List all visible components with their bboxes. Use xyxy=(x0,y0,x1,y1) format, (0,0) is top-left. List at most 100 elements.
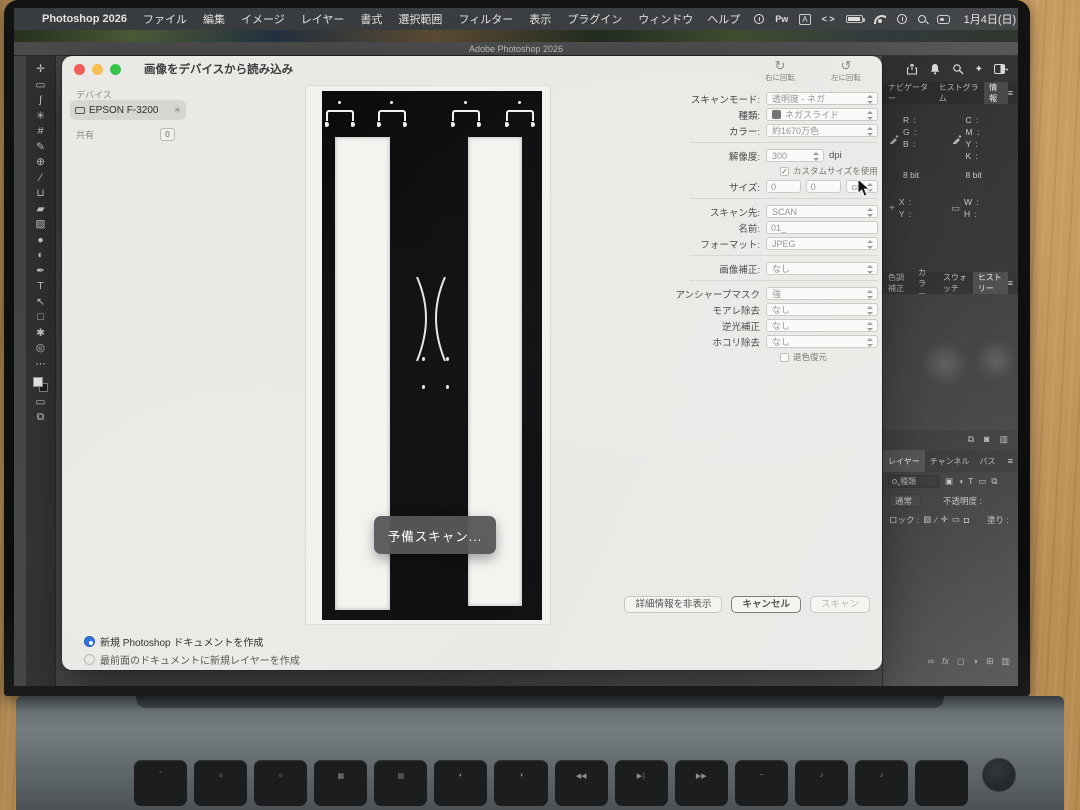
menu-image[interactable]: イメージ xyxy=(241,11,285,27)
filter-shape-layers-icon[interactable]: ▭ xyxy=(978,476,986,487)
photoshop-window-title[interactable]: Adobe Photoshop 2026 xyxy=(14,42,1018,56)
share-icon[interactable] xyxy=(906,63,918,75)
name-field[interactable]: 01_ xyxy=(766,221,878,234)
keyboard-key[interactable]: ▶∣ xyxy=(615,760,668,806)
blur-tool-icon[interactable]: ● xyxy=(33,235,49,246)
filter-smart-objects-icon[interactable]: ⧉ xyxy=(991,476,997,487)
keyboard-key[interactable]: ◐ xyxy=(434,760,487,806)
search-icon[interactable] xyxy=(952,63,964,75)
tab-histogram[interactable]: ヒストグラム xyxy=(934,82,984,104)
zoom-tool-icon[interactable]: ◎ xyxy=(33,343,49,354)
unsharp-mask-select[interactable]: 強 xyxy=(766,287,878,300)
touch-id-power-button[interactable] xyxy=(982,758,1016,792)
layer-filter-search[interactable]: 種類 xyxy=(888,475,940,488)
quick-mask-icon[interactable]: ▭ xyxy=(33,397,49,408)
lock-pixels-icon[interactable]: ∕ xyxy=(935,515,936,525)
device-item-epson[interactable]: EPSON F-3200 ✳ xyxy=(70,100,186,120)
filter-pixel-layers-icon[interactable]: ▣ xyxy=(945,476,953,487)
panel-menu-icon[interactable]: ≡ xyxy=(1008,456,1018,466)
zoom-window-button[interactable] xyxy=(110,64,121,75)
control-center-icon[interactable] xyxy=(937,15,950,24)
new-document-from-state-icon[interactable]: ⧉ xyxy=(968,434,974,445)
tab-channels[interactable]: チャンネル xyxy=(925,450,975,472)
dust-removal-select[interactable]: なし xyxy=(766,335,878,348)
brush-tool-icon[interactable]: ∕ xyxy=(33,173,49,184)
magic-wand-tool-icon[interactable]: ✳ xyxy=(33,111,49,122)
filter-type-layers-icon[interactable]: T xyxy=(968,476,973,486)
spotlight-search-icon[interactable] xyxy=(918,15,926,23)
discover-icon[interactable]: ✦ xyxy=(975,64,983,75)
lock-transparency-icon[interactable]: ▨ xyxy=(923,514,931,525)
hand-tool-icon[interactable]: ✱ xyxy=(33,328,49,339)
menu-type[interactable]: 書式 xyxy=(360,11,382,27)
hide-details-button[interactable]: 詳細情報を非表示 xyxy=(624,596,722,613)
menu-edit[interactable]: 編集 xyxy=(203,11,225,27)
delete-state-icon[interactable]: ▥ xyxy=(999,434,1008,445)
backlight-correction-select[interactable]: なし xyxy=(766,319,878,332)
color-swatches[interactable] xyxy=(33,377,48,392)
clone-stamp-tool-icon[interactable]: ⊔ xyxy=(33,188,49,199)
resolution-select[interactable]: 300 xyxy=(766,149,824,162)
link-layers-icon[interactable]: ∞ xyxy=(928,656,934,667)
eyedropper-tool-icon[interactable]: ✎ xyxy=(33,142,49,153)
lock-position-icon[interactable]: ✛ xyxy=(941,514,948,525)
radio-new-layer[interactable] xyxy=(84,654,95,665)
screen-mode-icon[interactable]: ⧉ xyxy=(33,412,49,423)
color-select[interactable]: 約1670万色 xyxy=(766,124,878,137)
new-layer-icon[interactable]: ⊞ xyxy=(986,656,994,667)
filter-adjustment-layers-icon[interactable]: ◑ xyxy=(958,476,963,486)
tab-history[interactable]: ヒストリー xyxy=(973,272,1008,294)
keyboard-key[interactable]: ☼ xyxy=(254,760,307,806)
path-select-tool-icon[interactable]: ↖ xyxy=(33,297,49,308)
kind-select[interactable]: ネガスライド xyxy=(766,108,878,121)
minimize-window-button[interactable] xyxy=(92,64,103,75)
workspace-switcher-icon[interactable] xyxy=(994,64,1008,75)
focus-status-icon[interactable] xyxy=(897,14,907,24)
new-adjustment-icon[interactable]: ◑ xyxy=(973,656,978,667)
panel-menu-icon[interactable]: ≡ xyxy=(1008,88,1018,98)
lock-artboard-icon[interactable]: ▭ xyxy=(952,514,960,525)
battery-icon[interactable] xyxy=(846,15,863,23)
tab-navigator[interactable]: ナビゲーター xyxy=(883,82,934,104)
capture-app-icon[interactable] xyxy=(754,14,764,24)
cancel-button[interactable]: キャンセル xyxy=(731,596,801,613)
crop-tool-icon[interactable]: # xyxy=(33,126,49,137)
menu-plugins[interactable]: プラグイン xyxy=(567,11,622,27)
custom-size-checkbox[interactable]: ✓ xyxy=(780,167,789,176)
panel-menu-icon[interactable]: ≡ xyxy=(1008,278,1018,288)
tab-info[interactable]: 情報 xyxy=(984,82,1008,104)
fade-restore-checkbox[interactable]: ✓ xyxy=(780,353,789,362)
lock-all-icon[interactable]: ◘ xyxy=(964,515,969,525)
image-correction-select[interactable]: なし xyxy=(766,262,878,275)
shape-tool-icon[interactable]: □ xyxy=(33,312,49,323)
active-app-menu[interactable]: Photoshop 2026 xyxy=(42,13,127,25)
pen-tool-icon[interactable]: ✒ xyxy=(33,266,49,277)
keyboard-key[interactable]: ◑ xyxy=(494,760,547,806)
keyboard-key[interactable]: ◀◀ xyxy=(555,760,608,806)
bell-icon[interactable] xyxy=(929,63,941,75)
type-tool-icon[interactable]: T xyxy=(33,281,49,292)
keyboard-key[interactable]: ▦ xyxy=(314,760,367,806)
menu-view[interactable]: 表示 xyxy=(529,11,551,27)
tab-paths[interactable]: パス xyxy=(975,450,1001,472)
scan-preview[interactable]: 予備スキャン... xyxy=(306,86,550,624)
menu-select[interactable]: 選択範囲 xyxy=(398,11,442,27)
input-source-icon[interactable]: A xyxy=(799,14,810,25)
keyboard-key[interactable]: ˇ xyxy=(134,760,187,806)
keyboard-key[interactable]: ♪ xyxy=(855,760,908,806)
marquee-tool-icon[interactable]: ▭ xyxy=(33,80,49,91)
gradient-tool-icon[interactable]: ▨ xyxy=(33,219,49,230)
size-height-field[interactable]: 0 xyxy=(806,180,841,193)
keyboard-key[interactable]: − xyxy=(735,760,788,806)
blend-mode-select[interactable]: 通常 xyxy=(889,494,921,507)
password-manager-icon[interactable]: Pw xyxy=(775,14,788,24)
tab-swatches[interactable]: スウォッチ xyxy=(938,272,973,294)
rotate-left-button[interactable]: ↺ 左に回転 xyxy=(820,59,872,83)
delete-layer-icon[interactable]: ▥ xyxy=(1001,656,1010,667)
wifi-icon[interactable] xyxy=(874,15,886,24)
layer-effects-icon[interactable]: fx xyxy=(942,656,949,667)
keyboard-key[interactable]: ▶▶ xyxy=(675,760,728,806)
size-width-field[interactable]: 0 xyxy=(766,180,801,193)
menu-window[interactable]: ウィンドウ xyxy=(638,11,693,27)
dodge-tool-icon[interactable]: ◐ xyxy=(33,250,49,261)
